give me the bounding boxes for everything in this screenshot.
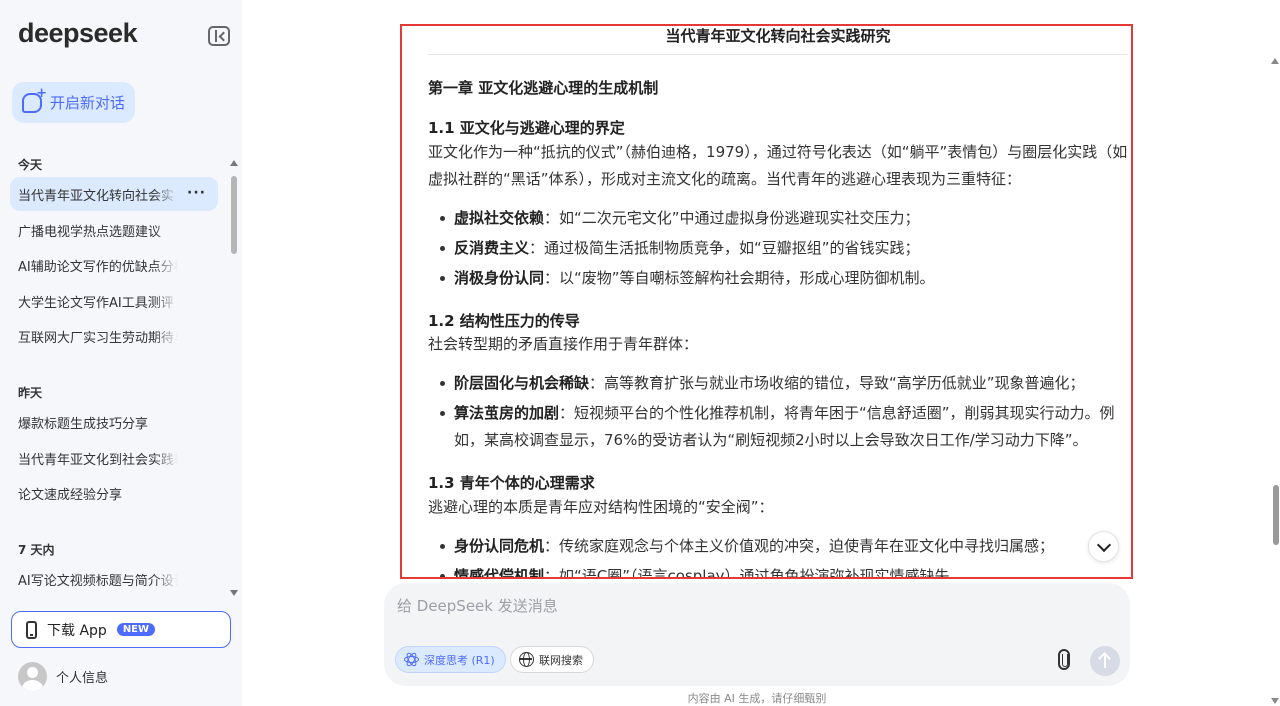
download-app-button[interactable]: 下载 App NEW: [11, 611, 231, 648]
logo: deepseek: [18, 18, 138, 48]
section-heading: 1.2 结构性压力的传导: [428, 312, 580, 330]
history-item[interactable]: 论文速成经验分享: [10, 476, 218, 510]
scroll-to-bottom-icon[interactable]: [1088, 531, 1119, 562]
sidebar-collapse-icon[interactable]: [208, 26, 230, 46]
document-title: 当代青年亚文化转向社会实践研究: [428, 25, 1128, 55]
sidebar-scroll-thumb[interactable]: [231, 176, 237, 254]
bullet-term: 算法茧房的加剧: [454, 404, 560, 422]
bullet-term: 身份认同危机: [454, 537, 545, 555]
list-item: 情感代偿机制：如“语C圈”（语言cosplay）通过角色扮演弥补现实情感缺失。: [440, 563, 1130, 578]
sidebar-scrollbar[interactable]: [230, 160, 238, 596]
section-label-7days: 7 天内: [18, 543, 55, 557]
history-item[interactable]: 大学生论文写作AI工具测评: [10, 284, 218, 318]
history-item-label: 当代青年亚文化转向社会实: [18, 188, 175, 204]
bullet-text: ：如“语C圈”（语言cosplay）通过角色扮演弥补现实情感缺失。: [544, 567, 965, 578]
history-item-label: 互联网大厂实习生劳动期待与剧本: [18, 330, 178, 346]
history-item[interactable]: AI写论文视频标题与简介设计: [10, 562, 218, 596]
list-item: 消极身份认同：以“废物”等自嘲标签解构社会期待，形成心理防御机制。: [440, 265, 1130, 292]
message-composer[interactable]: 给 DeepSeek 发送消息 深度思考 (R1) 联网搜索: [384, 583, 1130, 686]
list-item: 阶层固化与机会稀缺：高等教育扩张与就业市场收缩的错位，导致“高学历低就业”现象普…: [440, 370, 1130, 397]
bullet-text: ：通过极简生活抵制物质竞争，如“豆瓣抠组”的省钱实践；: [529, 239, 920, 257]
web-search-toggle[interactable]: 联网搜索: [510, 646, 594, 673]
chapter-heading: 第一章 亚文化逃避心理的生成机制: [428, 79, 659, 97]
bullet-term: 情感代偿机制: [454, 567, 545, 578]
new-chat-icon: [22, 86, 47, 113]
scroll-down-icon[interactable]: [230, 590, 238, 596]
web-search-label: 联网搜索: [539, 653, 583, 667]
profile-button[interactable]: 个人信息: [18, 662, 108, 691]
history-item[interactable]: 互联网大厂实习生劳动期待与剧本: [10, 319, 218, 353]
bullet-text: ：传统家庭观念与个体主义价值观的冲突，迫使青年在亚文化中寻找归属感；: [544, 537, 1055, 555]
paragraph: 社会转型期的矛盾直接作用于青年群体：: [428, 335, 699, 353]
list-item: 身份认同危机：传统家庭观念与个体主义价值观的冲突，迫使青年在亚文化中寻找归属感；: [440, 533, 1130, 560]
deep-think-toggle[interactable]: 深度思考 (R1): [395, 646, 506, 673]
list-item: 虚拟社交依赖：如“二次元宅文化”中通过虚拟身份逃避现实社交压力；: [440, 205, 1130, 232]
new-chat-label: 开启新对话: [50, 94, 126, 112]
history-item-label: AI写论文视频标题与简介设计: [18, 573, 178, 589]
section-label-yesterday: 昨天: [18, 386, 43, 400]
sidebar: deepseek 开启新对话 今天 当代青年亚文化转向社会实 ··· 广播电视学…: [0, 0, 242, 706]
bullet-term: 消极身份认同: [454, 269, 545, 287]
avatar: [18, 662, 47, 691]
bullet-term: 虚拟社交依赖: [454, 209, 545, 227]
paragraph: 逃避心理的本质是青年应对结构性困境的“安全阀”：: [428, 498, 774, 516]
history-item[interactable]: 爆款标题生成技巧分享: [10, 405, 218, 439]
message-input[interactable]: 给 DeepSeek 发送消息: [397, 595, 558, 616]
bullet-text: ：以“废物”等自嘲标签解构社会期待，形成心理防御机制。: [544, 269, 935, 287]
app-root: deepseek 开启新对话 今天 当代青年亚文化转向社会实 ··· 广播电视学…: [0, 0, 1280, 706]
new-badge: NEW: [116, 623, 156, 636]
send-button[interactable]: [1090, 646, 1120, 676]
globe-icon: [519, 652, 534, 667]
history-item[interactable]: 广播电视学热点选题建议: [10, 213, 218, 247]
deep-think-label: 深度思考 (R1): [424, 653, 495, 667]
atom-icon: [404, 651, 419, 668]
history-item[interactable]: AI辅助论文写作的优缺点分析: [10, 248, 218, 282]
bullet-text: ：高等教育扩张与就业市场收缩的错位，导致“高学历低就业”现象普遍化；: [589, 374, 1085, 392]
new-chat-button[interactable]: 开启新对话: [12, 82, 135, 123]
history-item-label: 大学生论文写作AI工具测评: [18, 295, 174, 311]
history-item-label: 爆款标题生成技巧分享: [18, 416, 149, 432]
section-label-today: 今天: [18, 158, 43, 172]
ai-disclaimer: 内容由 AI 生成，请仔细甄别: [687, 692, 827, 705]
history-item-label: AI辅助论文写作的优缺点分析: [18, 259, 178, 275]
bullet-term: 阶层固化与机会稀缺: [454, 374, 590, 392]
page-scrollbar[interactable]: [1271, 40, 1279, 706]
page-scroll-thumb[interactable]: [1273, 485, 1279, 545]
history-item-label: 论文速成经验分享: [18, 487, 123, 503]
section-heading: 1.3 青年个体的心理需求: [428, 474, 595, 492]
more-options-icon[interactable]: ···: [187, 185, 206, 201]
list-item: 算法茧房的加剧：短视频平台的个性化推荐机制，将青年困于“信息舒适圈”，削弱其现实…: [440, 400, 1130, 454]
section-heading: 1.1 亚文化与逃避心理的界定: [428, 119, 625, 137]
paragraph: 亚文化作为一种“抵抗的仪式”（赫伯迪格，1979），通过符号化表达（如“躺平”表…: [428, 143, 1128, 188]
scroll-down-icon[interactable]: [1271, 698, 1279, 704]
profile-label: 个人信息: [56, 671, 109, 686]
scroll-up-icon[interactable]: [1271, 58, 1279, 64]
bullet-text: ：如“二次元宅文化”中通过虚拟身份逃避现实社交压力；: [544, 209, 920, 227]
attachment-icon[interactable]: [1058, 649, 1070, 670]
list-item: 反消费主义：通过极简生活抵制物质竞争，如“豆瓣抠组”的省钱实践；: [440, 235, 1130, 262]
scroll-up-icon[interactable]: [230, 160, 238, 166]
history-item[interactable]: 当代青年亚文化到社会实践转化研究: [10, 441, 218, 475]
phone-icon: [26, 620, 37, 639]
history-item-label: 广播电视学热点选题建议: [18, 224, 162, 240]
message-content: 当代青年亚文化转向社会实践研究 第一章 亚文化逃避心理的生成机制 1.1 亚文化…: [402, 25, 1132, 578]
download-app-label: 下载 App: [47, 622, 107, 639]
history-item-label: 当代青年亚文化到社会实践转化研究: [18, 452, 178, 468]
history-item[interactable]: 当代青年亚文化转向社会实 ···: [10, 177, 218, 211]
bullet-term: 反消费主义: [454, 239, 530, 257]
